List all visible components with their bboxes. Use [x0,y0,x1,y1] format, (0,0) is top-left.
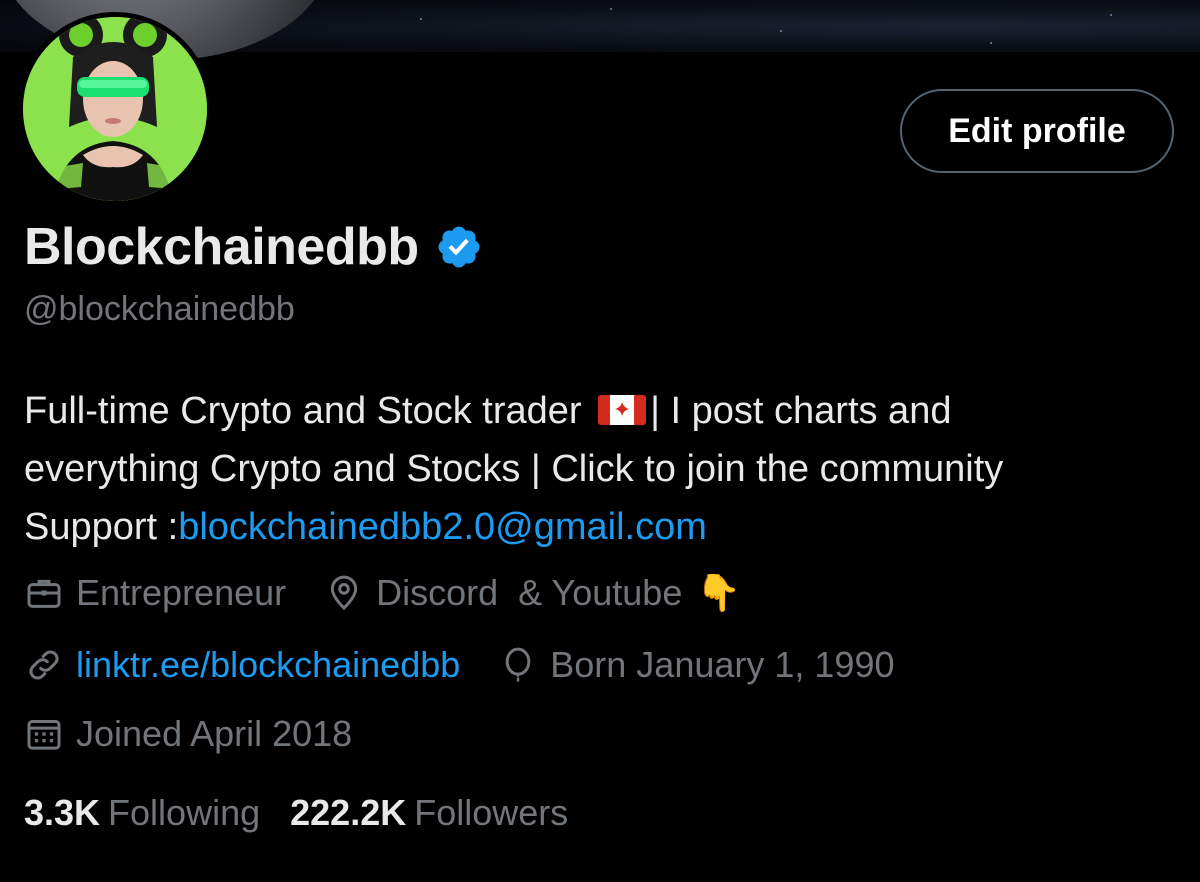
avatar-image [23,17,207,201]
briefcase-icon [27,579,61,608]
location-item: Discord & Youtube 👇 [324,572,741,614]
joined-text: Joined April 2018 [76,713,353,754]
profile-meta-row: linktr.ee/blockchainedbb Born January 1,… [24,644,933,686]
followers-label: Followers [414,792,569,833]
canada-flag-icon [598,394,647,425]
pointing-down-emoji-icon: 👇 [696,572,742,613]
profile-meta-row: Joined April 2018 [24,713,390,755]
profession-text: Entrepreneur [76,572,287,613]
profession-item: Entrepreneur [24,572,286,614]
calendar-icon [27,720,61,750]
profile-meta-row: Entrepreneur Discord & Youtube 👇 [24,572,779,614]
joined-item: Joined April 2018 [24,713,352,755]
verified-badge-icon[interactable] [435,223,483,271]
location-pin-icon [330,575,358,611]
website-link[interactable]: linktr.ee/blockchainedbb [76,644,460,686]
balloon-icon [505,647,531,682]
location-text: Discord & Youtube [376,572,683,613]
user-handle: @blockchainedbb [24,290,295,328]
birthday-text: Born January 1, 1990 [550,644,895,685]
display-name-row: Blockchainedbb [24,212,483,282]
bio-text: everything Crypto and Stocks | Click to … [24,448,1004,490]
support-label: Support : [24,506,179,548]
following-count: 3.3K [24,792,101,833]
following-label: Following [108,792,261,833]
bio-text: Full-time Crypto and Stock trader [24,390,593,432]
bio-text: | I post charts and [650,390,952,432]
birthday-item: Born January 1, 1990 [498,644,895,686]
edit-profile-button[interactable]: Edit profile [900,89,1174,173]
website-item[interactable]: linktr.ee/blockchainedbb [24,644,460,686]
profile-avatar[interactable] [18,12,212,206]
followers-count: 222.2K [290,792,407,833]
profile-bio: Full-time Crypto and Stock trader | I po… [24,382,1184,556]
follow-stats: 3.3K Following 222.2K Followers [24,792,598,834]
display-name: Blockchainedbb [24,218,419,276]
link-icon [29,650,59,680]
following-link[interactable]: 3.3K Following [24,792,260,834]
profile-page: Edit profile Blockchainedbb @blockchaine… [0,0,1200,882]
followers-link[interactable]: 222.2K Followers [290,792,568,834]
support-email-link[interactable]: blockchainedbb2.0@gmail.com [178,506,707,548]
